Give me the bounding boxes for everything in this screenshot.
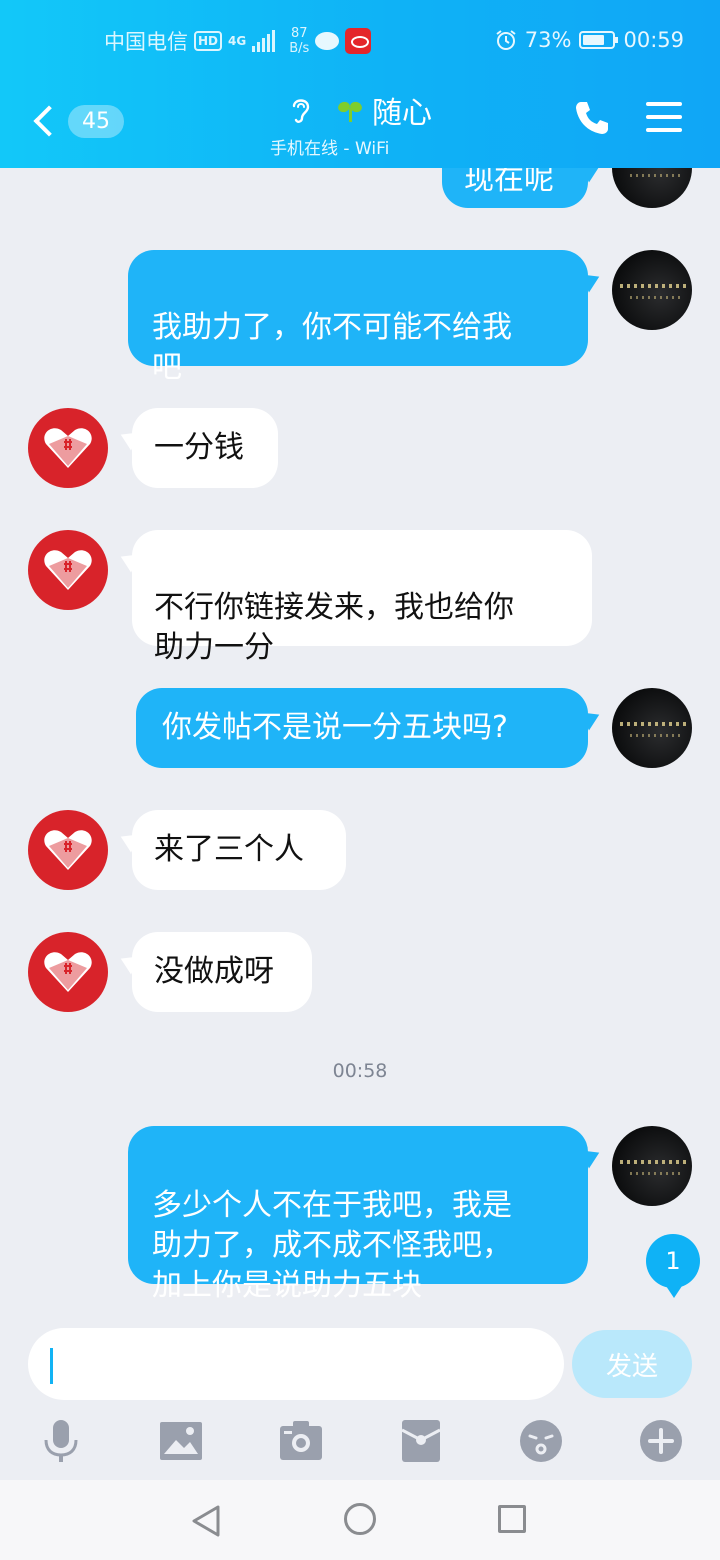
message-bubble-incoming[interactable]: 来了三个人 (132, 810, 346, 890)
message-text: 没做成呀 (154, 954, 274, 989)
hd-badge: HD (194, 31, 223, 51)
message-text: 来了三个人 (154, 832, 304, 867)
net-speed-unit: B/s (289, 41, 310, 56)
message-bubble-outgoing[interactable]: 多少个人不在于我吧，我是 助力了，成不成不怪我吧， 加上你是说助力五块 (128, 1126, 588, 1303)
message-input[interactable] (28, 1328, 564, 1400)
self-avatar[interactable] (612, 1126, 692, 1206)
plus-icon[interactable] (638, 1418, 684, 1464)
message-bubble-incoming[interactable]: 没做成呀 (132, 932, 312, 1012)
battery-icon (579, 31, 619, 49)
chat-header: 中国电信 HD 4G 87 B/s 73% 00:59 45 随心 手机在线 -… (0, 0, 720, 168)
mic-icon[interactable] (38, 1418, 84, 1464)
network-type: 4G (228, 34, 247, 48)
new-message-badge[interactable]: 1 (646, 1234, 700, 1298)
contact-avatar[interactable] (28, 408, 108, 488)
message-text: 现在呢 (464, 168, 554, 197)
message-bubble-outgoing[interactable]: 你发帖不是说一分五块吗? (136, 688, 588, 768)
status-left: 中国电信 HD 4G 87 B/s (104, 26, 372, 56)
contact-status: 手机在线 - WiFi (270, 139, 390, 159)
nav-home-icon[interactable] (344, 1503, 376, 1535)
clock: 00:59 (623, 28, 684, 52)
message-bubble-outgoing[interactable]: 现在呢 (442, 168, 588, 208)
message-list[interactable]: 现在呢 我助力了，你不可能不给我 吧 一分钱 不行你链接发来，我也给你 助力一分… (0, 168, 720, 1308)
self-avatar[interactable] (612, 168, 692, 208)
battery-fill (583, 35, 604, 45)
nav-back-icon[interactable] (190, 1504, 222, 1538)
app-notification-icon (345, 28, 372, 54)
signal-icon (252, 30, 276, 52)
status-right: 73% 00:59 (495, 28, 684, 52)
ear-icon (292, 99, 310, 123)
emoji-icon[interactable] (518, 1418, 564, 1464)
contact-avatar[interactable] (28, 530, 108, 610)
input-bar: 发送 (0, 1308, 720, 1480)
message-text: 你发帖不是说一分五块吗? (162, 710, 508, 745)
phone-icon[interactable] (572, 98, 612, 138)
red-packet-icon[interactable] (398, 1418, 444, 1464)
camera-icon[interactable] (278, 1418, 324, 1464)
new-message-count: 1 (665, 1247, 681, 1275)
text-caret (50, 1348, 53, 1384)
menu-icon[interactable] (646, 102, 682, 132)
message-text: 多少个人不在于我吧，我是 助力了，成不成不怪我吧， 加上你是说助力五块 (152, 1188, 512, 1303)
status-bar: 中国电信 HD 4G 87 B/s 73% 00:59 (0, 0, 720, 84)
battery-percent: 73% (524, 28, 572, 52)
contact-avatar[interactable] (28, 932, 108, 1012)
unread-count-badge: 45 (68, 104, 124, 138)
message-notification-icon (315, 32, 340, 50)
alarm-icon (496, 30, 516, 50)
chevron-left-icon (33, 105, 65, 137)
contact-name: 随心 (372, 96, 432, 131)
message-text: 一分钱 (154, 430, 244, 465)
self-avatar[interactable] (612, 250, 692, 330)
message-timestamp: 00:58 (332, 1060, 388, 1082)
message-text: 我助力了，你不可能不给我 吧 (152, 310, 512, 385)
image-icon[interactable] (158, 1418, 204, 1464)
toolbar (0, 1418, 720, 1468)
carrier-label: 中国电信 (104, 30, 188, 54)
contact-avatar[interactable] (28, 810, 108, 890)
back-button[interactable]: 45 (26, 98, 136, 144)
self-avatar[interactable] (612, 688, 692, 768)
net-speed-value: 87 (290, 26, 308, 41)
send-button[interactable]: 发送 (572, 1330, 692, 1398)
sprout-icon (336, 96, 364, 124)
message-bubble-incoming[interactable]: 不行你链接发来，我也给你 助力一分 (132, 530, 592, 665)
contact-title[interactable]: 随心 手机在线 - WiFi (230, 88, 490, 159)
nav-recents-icon[interactable] (498, 1505, 526, 1533)
message-bubble-incoming[interactable]: 一分钱 (132, 408, 278, 488)
message-bubble-outgoing[interactable]: 我助力了，你不可能不给我 吧 (128, 250, 588, 385)
message-text: 不行你链接发来，我也给你 助力一分 (154, 590, 514, 665)
system-nav-bar (0, 1480, 720, 1560)
net-speed: 87 B/s (289, 26, 309, 56)
